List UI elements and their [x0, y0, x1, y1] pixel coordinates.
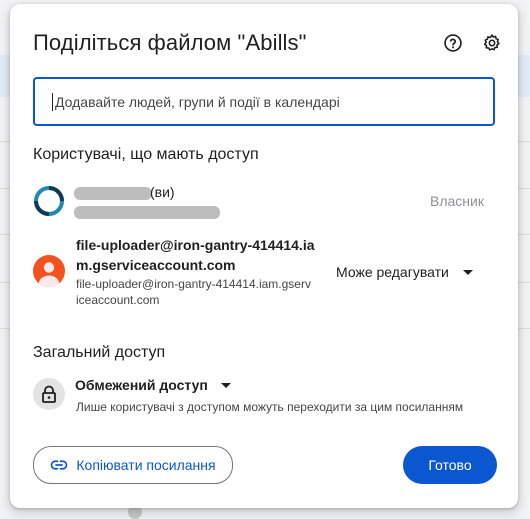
user-avatar-icon [33, 255, 65, 287]
owner-avatar [33, 185, 65, 217]
gear-icon [483, 34, 500, 51]
add-people-field[interactable] [33, 77, 495, 126]
lock-icon [33, 378, 65, 410]
copy-link-button[interactable]: Копіювати посилання [33, 446, 233, 484]
settings-button[interactable] [480, 31, 504, 55]
general-access-description: Лише користувачі з доступом можуть перех… [76, 400, 464, 414]
role-dropdown-label: Може редагувати [336, 264, 449, 280]
general-access-mode: Обмежений доступ [75, 377, 208, 393]
redacted-owner-name [74, 187, 152, 200]
dropdown-arrow-icon [462, 269, 473, 275]
dialog-title: Поділіться файлом "Abills" [33, 30, 307, 55]
done-button[interactable]: Готово [403, 446, 497, 484]
dropdown-arrow-icon [220, 382, 231, 388]
general-access-dropdown[interactable]: Обмежений доступ [75, 375, 231, 395]
general-access-title: Загальний доступ [33, 344, 166, 361]
owner-role-label: Власник [430, 193, 484, 209]
add-people-input[interactable] [53, 92, 477, 111]
service-account-name: file-uploader@iron-gantry-414414.iam.gse… [76, 237, 315, 273]
share-dialog: Поділіться файлом "Abills" Користувачі, … [10, 4, 518, 508]
people-with-access-title: Користувачі, що мають доступ [33, 146, 259, 163]
done-button-label: Готово [428, 457, 472, 473]
help-circle-icon [444, 34, 462, 52]
service-account-email: file-uploader@iron-gantry-414414.iam.gse… [76, 277, 311, 307]
copy-link-label: Копіювати посилання [76, 457, 216, 473]
owner-you-label: (ви) [150, 184, 175, 200]
text-cursor [52, 93, 53, 111]
help-button[interactable] [441, 31, 465, 55]
redacted-owner-email [74, 206, 220, 219]
link-icon [51, 460, 68, 470]
role-dropdown[interactable]: Може редагувати [336, 262, 473, 282]
